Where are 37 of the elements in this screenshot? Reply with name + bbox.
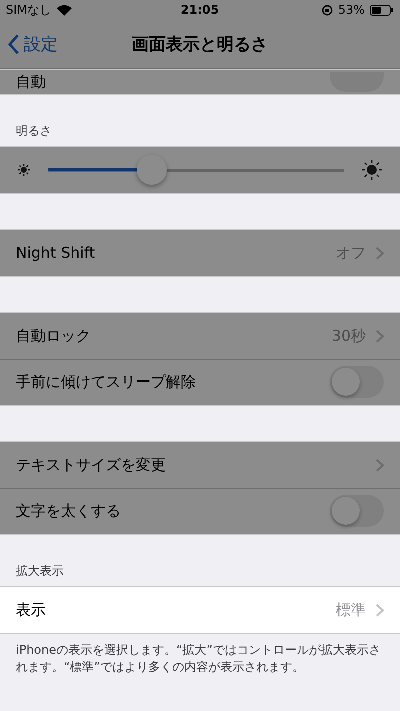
row-label: 自動ロック (16, 326, 92, 346)
settings-row[interactable]: 手前に傾けてスリープ解除 (0, 359, 400, 405)
settings-row[interactable]: テキストサイズを変更 (0, 442, 400, 488)
row-label: 自動 (16, 72, 47, 92)
settings-row[interactable]: Night Shift オフ (0, 230, 400, 276)
section-header: 明るさ (16, 124, 52, 138)
wifi-icon (56, 4, 72, 16)
back-button[interactable]: 設定 (0, 32, 58, 56)
battery-icon (370, 4, 394, 16)
back-chevron-icon (8, 34, 20, 54)
chevron-icon (376, 330, 384, 342)
settings-row[interactable]: 文字を太くする (0, 488, 400, 534)
settings-row[interactable]: 自動ロック 30秒 (0, 313, 400, 359)
settings-row[interactable]: 自動 (0, 70, 400, 94)
carrier-label: SIMなし (6, 2, 52, 18)
row-value: 30秒 (332, 326, 366, 346)
rotation-lock-icon (322, 4, 334, 16)
row-label: 表示 (16, 600, 47, 620)
toggle-switch[interactable] (330, 366, 384, 398)
slider-thumb[interactable] (136, 155, 167, 185)
row-value: 標準 (336, 600, 366, 620)
toggle-switch[interactable] (330, 495, 384, 527)
row-value: オフ (336, 244, 366, 262)
row-label: Night Shift (16, 244, 96, 262)
section-footer: iPhoneの表示を選択します。“拡大”ではコントロールが拡大表示されます。“標準”ではより多くの内容が表示されます。 (16, 643, 381, 674)
row-label: テキストサイズを変更 (16, 456, 167, 474)
row-label: 手前に傾けてスリープ解除 (16, 372, 197, 392)
brightness-icon (16, 162, 32, 178)
chevron-icon (376, 604, 384, 616)
time-label: 21:05 (180, 3, 220, 17)
screen-title: 画面表示と明るさ (132, 34, 268, 54)
section-header: 拡大表示 (16, 564, 64, 578)
brightness-icon (360, 158, 384, 182)
chevron-icon (376, 246, 384, 260)
row-label: 文字を太くする (16, 502, 122, 520)
battery-percent: 53% (338, 3, 365, 17)
chevron-icon (376, 458, 384, 472)
